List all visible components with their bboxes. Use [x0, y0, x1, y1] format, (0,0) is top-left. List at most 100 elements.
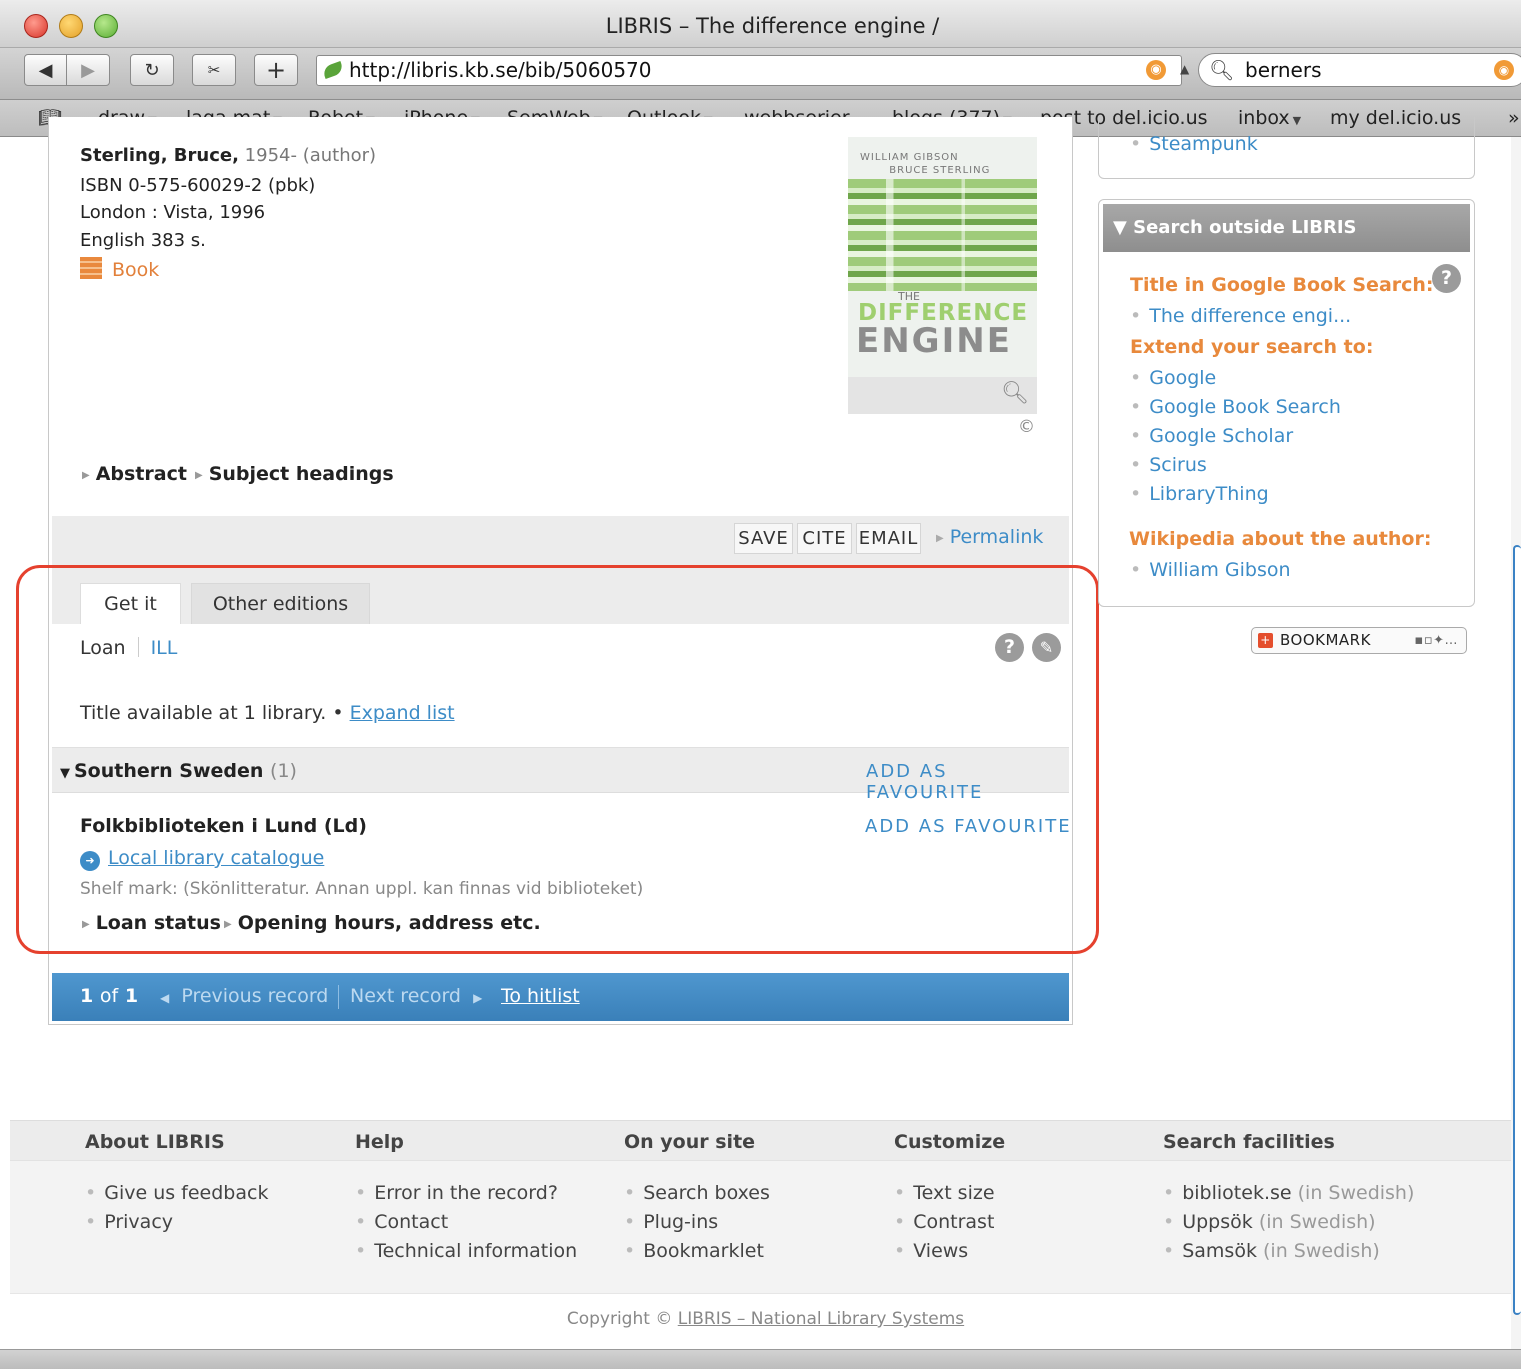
footer-link-search-boxes[interactable]: • Search boxes: [624, 1182, 770, 1204]
book-cover[interactable]: WILLIAM GIBSON BRUCE STERLING THE DIFFER…: [848, 137, 1037, 414]
social-bookmark-button[interactable]: + BOOKMARK ▪▫✦…: [1251, 627, 1467, 654]
footer-link-error[interactable]: • Error in the record?: [355, 1182, 558, 1204]
tab-other-editions[interactable]: Other editions: [191, 583, 370, 624]
bullet: •: [1130, 133, 1142, 155]
local-catalogue: ➜ Local library catalogue: [80, 847, 324, 871]
previous-record-link[interactable]: ◀ Previous record: [160, 985, 328, 1007]
extend-search-heading: Extend your search to:: [1130, 336, 1374, 358]
subject-link-steampunk[interactable]: • Steampunk: [1130, 133, 1258, 155]
add-bookmark-button[interactable]: +: [254, 54, 298, 86]
cover-authors: WILLIAM GIBSON BRUCE STERLING: [860, 152, 991, 176]
region-header[interactable]: ▼ Southern Sweden (1) ADD AS FAVOURITE: [52, 747, 1069, 803]
reload-icon: ↻: [144, 59, 160, 81]
triangle-down-icon: ▼: [60, 766, 70, 781]
window-title: LIBRIS – The difference engine /: [605, 14, 940, 38]
footer-link-uppsok[interactable]: • Uppsök (in Swedish): [1163, 1211, 1376, 1233]
tab-get-it[interactable]: Get it: [80, 583, 181, 624]
record-actions-bar: SAVE CITE EMAIL ▶ Permalink: [52, 516, 1069, 568]
search-field[interactable]: 🔍︎ berners: [1198, 53, 1521, 87]
save-button[interactable]: SAVE: [734, 523, 793, 554]
help-icon[interactable]: ?: [995, 633, 1024, 662]
plus-icon: +: [1258, 633, 1273, 648]
footer-link-technical[interactable]: • Technical information: [355, 1240, 577, 1262]
help-icon[interactable]: ?: [1432, 264, 1461, 293]
copyright: Copyright © LIBRIS – National Library Sy…: [566, 1309, 965, 1329]
snippet-button[interactable]: ✂: [192, 54, 236, 86]
forward-button[interactable]: ▶: [66, 54, 110, 86]
extend-link-google[interactable]: • Google: [1130, 367, 1216, 389]
search-icon[interactable]: 🔍︎: [1209, 54, 1234, 86]
page-content: Sterling, Bruce, 1954- (author) ISBN 0-5…: [10, 117, 1521, 1350]
extend-link-google-scholar[interactable]: • Google Scholar: [1130, 425, 1293, 447]
cite-button[interactable]: CITE: [797, 523, 852, 554]
cover-copyright-icon[interactable]: ©: [1018, 417, 1035, 437]
opening-hours-toggle[interactable]: ▶ Opening hours, address etc.: [224, 912, 541, 934]
footer-link-plugins[interactable]: • Plug-ins: [624, 1211, 718, 1233]
record-pager: 1 of 1 ◀ Previous record Next record ▶ T…: [52, 973, 1069, 1021]
status-bar: [0, 1349, 1521, 1369]
rss-feed-icon[interactable]: ◉: [1146, 60, 1166, 80]
footer-link-bookmarklet[interactable]: • Bookmarklet: [624, 1240, 764, 1262]
library-add-favourite-link[interactable]: ADD AS FAVOURITE: [865, 816, 1072, 837]
search-value: berners: [1245, 58, 1322, 82]
footer-link-bibliotek[interactable]: • bibliotek.se (in Swedish): [1163, 1182, 1414, 1204]
cover-title-line2: ENGINE: [856, 321, 1012, 361]
availability-line: Title available at 1 library. • Expand l…: [80, 702, 455, 724]
address-bar[interactable]: http://libris.kb.se/bib/5060570: [316, 55, 1182, 86]
footer-link-contact[interactable]: • Contact: [355, 1211, 448, 1233]
footer-link-views[interactable]: • Views: [894, 1240, 968, 1262]
record-isbn: ISBN 0-575-60029-2 (pbk): [80, 175, 316, 196]
google-book-link[interactable]: • The difference engi...: [1130, 305, 1351, 327]
loan-option[interactable]: Loan: [80, 637, 126, 659]
site-leaf-icon: [321, 60, 345, 80]
subject-headings-toggle[interactable]: ▶ Subject headings: [195, 463, 394, 485]
search-outside-heading[interactable]: ▼ Search outside LIBRIS: [1103, 204, 1470, 252]
region-toggle[interactable]: ▼ Southern Sweden (1): [60, 760, 297, 782]
permalink-link[interactable]: ▶ Permalink: [936, 526, 1043, 548]
book-icon: [80, 257, 102, 279]
window-titlebar: LIBRIS – The difference engine /: [0, 0, 1521, 48]
abstract-toggle[interactable]: ▶ Abstract: [82, 463, 187, 485]
divider: [137, 637, 139, 657]
triangle-right-icon: ▶: [224, 919, 232, 930]
footer-link-feedback[interactable]: • Give us feedback: [85, 1182, 268, 1204]
libris-home-link[interactable]: LIBRIS – National Library Systems: [678, 1309, 964, 1329]
email-button[interactable]: EMAIL: [856, 523, 921, 554]
footer-link-samsok[interactable]: • Samsök (in Swedish): [1163, 1240, 1380, 1262]
triangle-left-icon: ◀: [160, 991, 170, 1005]
arrow-circle-icon: ➜: [80, 851, 100, 871]
library-name: Folkbiblioteken i Lund (Ld): [80, 815, 367, 837]
expand-list-link[interactable]: Expand list: [350, 702, 455, 724]
address-dropdown-icon[interactable]: ▲: [1180, 62, 1189, 76]
scrollbar-thumb[interactable]: [1513, 545, 1521, 1315]
reload-button[interactable]: ↻: [130, 54, 174, 86]
footer-heading-customize: Customize: [894, 1131, 1006, 1153]
footer-link-text-size[interactable]: • Text size: [894, 1182, 995, 1204]
local-catalogue-link[interactable]: Local library catalogue: [108, 847, 324, 869]
footer-link-contrast[interactable]: • Contrast: [894, 1211, 994, 1233]
back-button[interactable]: ◀: [24, 54, 67, 86]
author-name[interactable]: Sterling, Bruce,: [80, 145, 239, 166]
extend-link-google-book-search[interactable]: • Google Book Search: [1130, 396, 1341, 418]
settings-wrench-icon[interactable]: ✎: [1032, 633, 1061, 662]
overflow-chevron-icon[interactable]: »: [1508, 107, 1520, 129]
record-author: Sterling, Bruce, 1954- (author): [80, 145, 376, 166]
extend-link-scirus[interactable]: • Scirus: [1130, 454, 1207, 476]
extend-link-librarything[interactable]: • LibraryThing: [1130, 483, 1269, 505]
region-add-favourite-link[interactable]: ADD AS FAVOURITE: [866, 761, 1069, 803]
divider: [338, 985, 339, 1009]
triangle-right-icon: ▶: [473, 991, 483, 1005]
search-snapback-icon[interactable]: ◉: [1494, 60, 1514, 80]
loan-status-toggle[interactable]: ▶ Loan status: [82, 912, 221, 934]
footer-link-privacy[interactable]: • Privacy: [85, 1211, 173, 1233]
record-position: 1 of 1: [80, 985, 139, 1007]
magnifier-icon[interactable]: 🔍︎: [1001, 381, 1029, 406]
to-hitlist-link[interactable]: To hitlist: [501, 985, 580, 1007]
cover-zoom-bar[interactable]: 🔍︎: [848, 377, 1037, 414]
wikipedia-author-link[interactable]: • William Gibson: [1130, 559, 1291, 581]
next-record-link[interactable]: Next record ▶: [350, 985, 482, 1007]
record-publisher: London : Vista, 1996: [80, 202, 266, 223]
region-count: (1): [270, 760, 297, 782]
ill-link[interactable]: ILL: [151, 637, 178, 659]
availability-text: Title available at 1 library. •: [80, 702, 344, 724]
